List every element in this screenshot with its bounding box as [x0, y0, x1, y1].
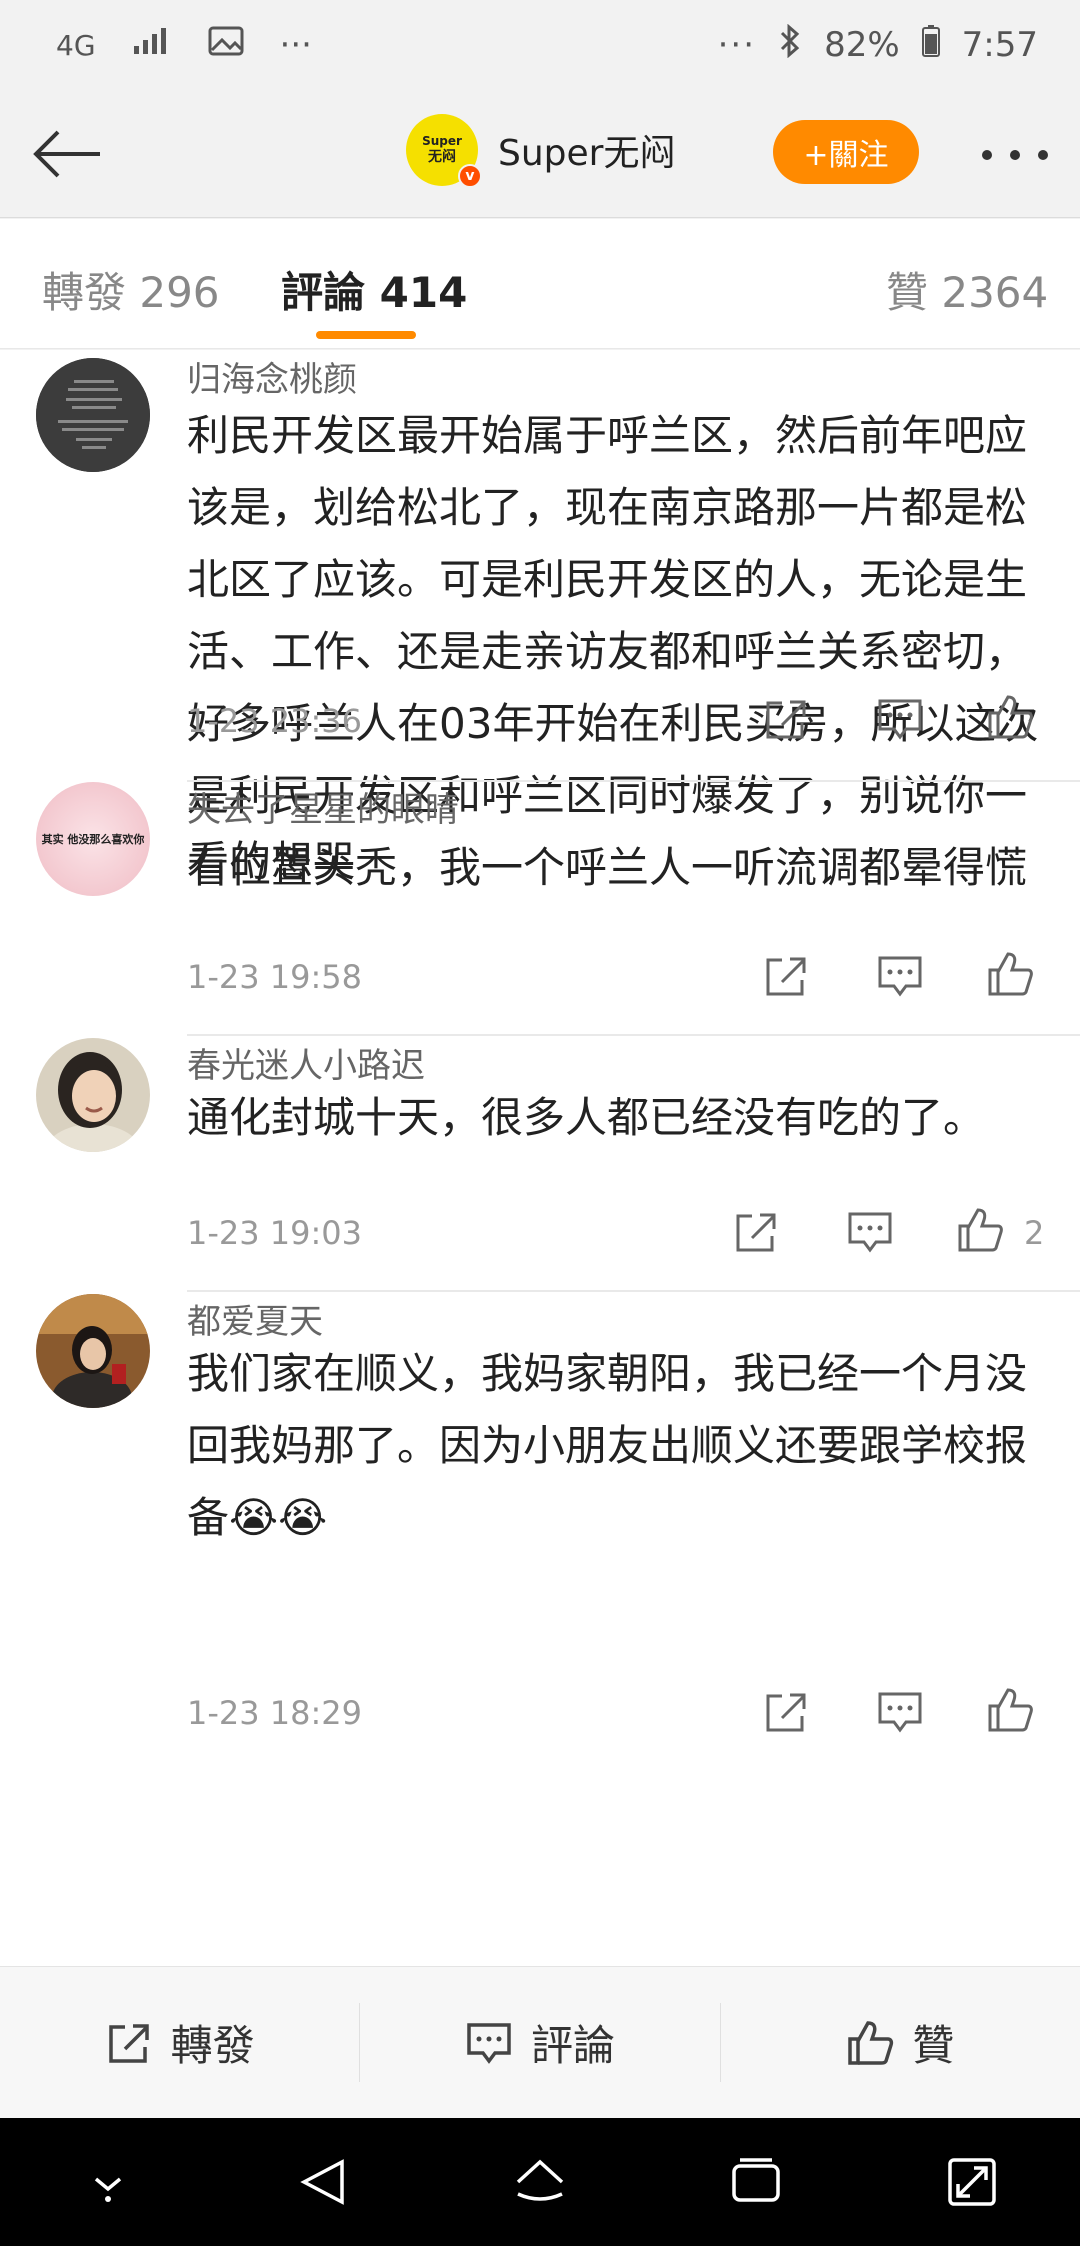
back-button[interactable]: [26, 114, 106, 194]
repost-icon: [108, 2023, 149, 2063]
comment-time: 1-23 23:36: [187, 702, 363, 740]
divider: [187, 1034, 1080, 1036]
comment-author[interactable]: 都爱夏天: [187, 1294, 323, 1343]
comment-text: 通化封城十天，很多人都已经没有吃的了。: [187, 1093, 986, 1142]
like-icon[interactable]: [986, 693, 1034, 741]
comment-text: 我们家在顺义，我妈家朝阳，我已经一个月没回我妈那了。因为小朋友出顺义还要跟学校报…: [187, 1349, 1028, 1542]
repost-icon[interactable]: [762, 695, 810, 743]
battery-icon: [921, 24, 940, 66]
avatar[interactable]: 其实 他没那么喜欢你: [36, 782, 150, 896]
avatar[interactable]: [36, 358, 150, 472]
comment-time: 1-23 19:03: [187, 1214, 363, 1252]
repost-icon[interactable]: [762, 952, 810, 1000]
home-icon[interactable]: [510, 2152, 570, 2212]
comment-icon[interactable]: [876, 1688, 924, 1736]
comment-icon[interactable]: [876, 952, 924, 1000]
username[interactable]: Super无闷: [498, 124, 675, 176]
like-icon[interactable]: [986, 950, 1034, 998]
avatar[interactable]: [36, 1038, 150, 1152]
follow-button[interactable]: +關注: [773, 120, 919, 184]
comment-button[interactable]: 評論: [360, 1967, 719, 2118]
hide-keyboard-icon[interactable]: [78, 2157, 138, 2207]
comment-icon: [467, 2022, 511, 2064]
title-bar: Super 无闷 v Super无闷 +關注: [0, 90, 1080, 218]
tab-likes[interactable]: 贊 2364: [886, 259, 1048, 320]
more-dots-icon: [982, 150, 1048, 160]
tab-repost[interactable]: 轉發 296: [42, 259, 220, 320]
more-notifications: ···: [279, 25, 312, 65]
repost-icon[interactable]: [732, 1208, 780, 1256]
clock: 7:57: [961, 25, 1038, 65]
bottom-action-bar: 轉發 評論 贊: [0, 1966, 1080, 2118]
divider: [187, 1290, 1080, 1292]
comment-list[interactable]: 归海念桃颜 利民开发区最开始属于呼兰区，然后前年吧应该是，划给松北了，现在南京路…: [0, 350, 1080, 1966]
signal-icon: [132, 25, 172, 65]
verified-badge-icon: v: [458, 164, 482, 188]
like-icon[interactable]: [986, 1686, 1034, 1734]
user-header[interactable]: Super 无闷 v Super无闷: [406, 114, 675, 188]
comment-author[interactable]: 失去了星星的眼睛: [187, 782, 459, 831]
network-icon: 4G: [56, 28, 96, 62]
like-label: 贊: [912, 2021, 955, 2070]
expand-screen-icon[interactable]: [942, 2152, 1002, 2212]
like-count: 2: [1024, 1214, 1045, 1252]
comment-time: 1-23 18:29: [187, 1694, 363, 1732]
system-nav-bar: [0, 2118, 1080, 2246]
repost-icon[interactable]: [762, 1688, 810, 1736]
image-icon: [208, 25, 244, 65]
like-icon[interactable]: [956, 1206, 1004, 1254]
comment-label: 評論: [530, 2021, 615, 2070]
bluetooth-icon: [778, 23, 802, 67]
avatar[interactable]: Super 无闷 v: [406, 114, 482, 188]
comment-time: 1-23 19:58: [187, 958, 363, 996]
repost-label: 轉發: [170, 2021, 255, 2070]
back-arrow-icon: [33, 130, 100, 178]
battery-percent: 82%: [824, 25, 900, 65]
comment-icon[interactable]: [876, 695, 924, 743]
avatar[interactable]: [36, 1294, 150, 1408]
comment-author[interactable]: 春光迷人小路迟: [187, 1038, 425, 1087]
back-nav-icon[interactable]: [294, 2152, 354, 2212]
more-options-button[interactable]: [980, 128, 1050, 168]
tab-indicator: [316, 331, 416, 339]
recent-apps-icon[interactable]: [726, 2152, 786, 2212]
repost-button[interactable]: 轉發: [0, 1967, 359, 2118]
comment-icon[interactable]: [846, 1208, 894, 1256]
tab-bar: 轉發 296 評論 414 贊 2364: [0, 219, 1080, 349]
comment-author[interactable]: 归海念桃颜: [187, 352, 357, 401]
like-button[interactable]: 贊: [721, 1967, 1080, 2118]
status-bar: 4G ··· ··· 82% 7:57: [0, 0, 1080, 90]
comment-text: 看的想哭: [187, 837, 356, 886]
like-icon: [848, 2020, 894, 2065]
more-status: ···: [717, 25, 757, 65]
tab-comments[interactable]: 評論 414: [281, 259, 467, 320]
